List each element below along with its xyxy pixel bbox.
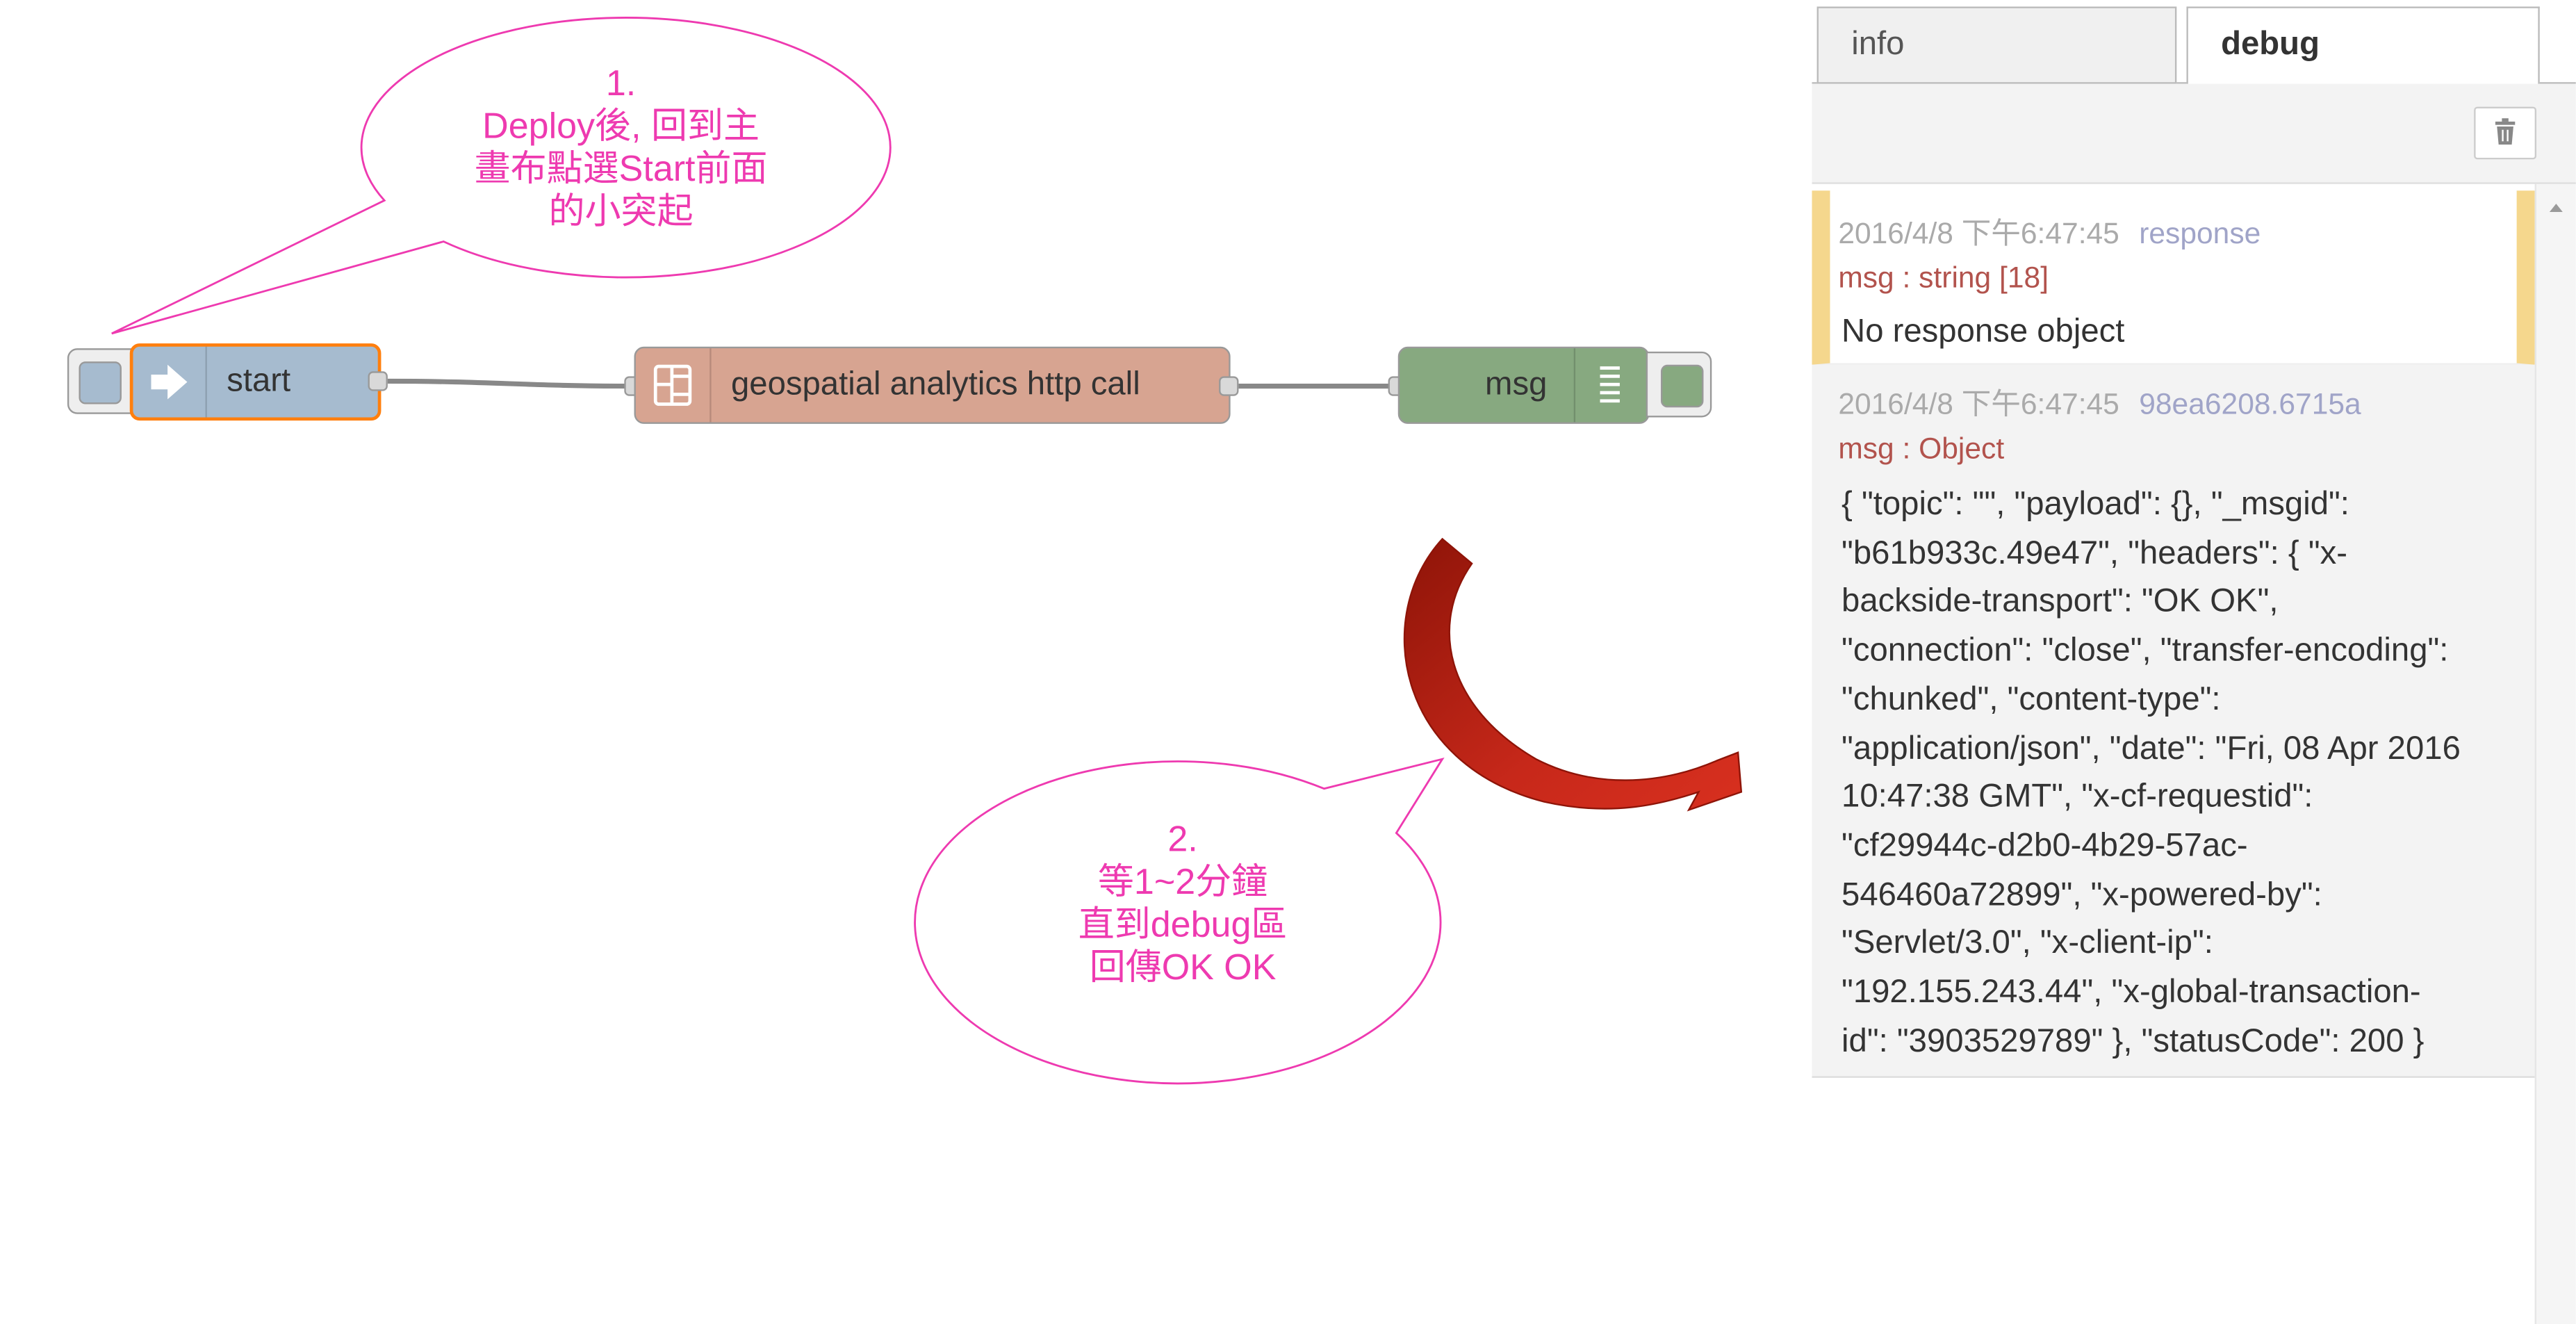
callout-1-line: 的小突起 [548,190,694,232]
debug-message-body-line: { "topic": "", "payload": {}, "_msgid": [1841,486,2349,523]
debug-message-body-line: 10:47:38 GMT", "x-cf-requestid": [1841,779,2313,816]
callout-2-line: 等1~2分鐘 [1097,860,1268,902]
wire-start-to-function [387,378,631,389]
curved-arrow-icon [1403,537,1743,812]
inject-output-port[interactable] [368,371,388,391]
callout-1-text: 1. Deploy後, 回到主 畫布點選Start前面 的小突起 [427,63,815,234]
callout-2-line: 直到debug區 [1078,904,1288,945]
debug-message-body-line: "chunked", "content-type": [1841,681,2221,718]
debug-message-body-line: No response object [1841,313,2125,350]
callout-2-line: 2. [1167,818,1198,860]
list-lines-icon [1600,366,1620,403]
debug-message-body-line: backside-transport": "OK OK", [1841,584,2279,621]
debug-message-body-line: "application/json", "date": "Fri, 08 Apr… [1841,730,2461,767]
tab-info[interactable]: info [1816,6,2177,84]
tab-debug-label: debug [2221,26,2320,63]
inject-node[interactable]: start [129,343,382,421]
callout-2-line: 回傳OK OK [1089,946,1277,988]
callout-1-line: 1. [605,62,637,104]
clear-debug-button[interactable] [2474,106,2537,160]
debug-toolbar [1812,83,2576,184]
debug-message-meta: 2016/4/8 下午6:47:45 98ea6208.6715a [1838,381,2361,423]
debug-message: 2016/4/8 下午6:47:45 98ea6208.6715a msg : O… [1812,364,2535,1078]
sidebar: info debug 2016/4/8 下午6:47:45 response m… [1812,0,2576,1324]
callout-1-line: 畫布點選Start前面 [474,147,768,189]
callout-2-text: 2. 等1~2分鐘 直到debug區 回傳OK OK [1019,818,1347,989]
debug-toggle-button[interactable] [1661,364,1704,408]
inject-node-icon-area [133,346,207,418]
inject-node-label: start [227,363,291,400]
debug-message-timestamp: 2016/4/8 下午6:47:45 [1838,217,2119,250]
debug-message-meta: 2016/4/8 下午6:47:45 response [1838,211,2261,253]
scroll-up-icon[interactable] [2536,184,2576,224]
debug-scrollbar[interactable] [2534,183,2576,1324]
debug-message-body: No response object [1841,309,2124,357]
function-icon [653,364,692,406]
debug-message-body-line: id": "3903529789" }, "statusCode": 200 } [1841,1023,2425,1060]
debug-message-type: msg : Object [1838,432,2005,466]
debug-message-topic: response [2139,217,2261,250]
function-output-port[interactable] [1219,376,1239,396]
debug-node-label: msg [1485,366,1548,403]
debug-node[interactable]: msg [1397,346,1650,424]
function-node-icon-area [636,348,712,423]
screenshot-stage: 1. Deploy後, 回到主 畫布點選Start前面 的小突起 2. 等1~2… [0,0,2576,1324]
debug-message-timestamp: 2016/4/8 下午6:47:45 [1838,387,2119,421]
debug-toggle-frame[interactable] [1646,351,1712,418]
arrow-right-icon [151,364,188,400]
debug-message-topic: 98ea6208.6715a [2139,387,2361,421]
debug-message-body-line: "b61b933c.49e47", "headers": { "x- [1841,534,2348,571]
debug-message-body-line: "connection": "close", "transfer-encodin… [1841,632,2449,669]
debug-message-body-line: 546460a72899", "x-powered-by": [1841,876,2322,913]
debug-message: 2016/4/8 下午6:47:45 response msg : string … [1812,190,2535,365]
debug-message-body-line: "cf29944c-d2b0-4b29-57ac- [1841,828,2248,865]
trash-icon [2495,118,2516,145]
debug-message-list: 2016/4/8 下午6:47:45 response msg : string … [1812,183,2535,1324]
function-node[interactable]: geospatial analytics http call [634,346,1231,424]
debug-node-icon-area [1573,348,1648,423]
callout-1-line: Deploy後, 回到主 [482,105,760,147]
function-node-label: geospatial analytics http call [730,366,1140,403]
debug-message-body-line: "Servlet/3.0", "x-client-ip": [1841,925,2213,962]
debug-message-body-line: "192.155.243.44", "x-global-transaction- [1841,974,2421,1011]
inject-trigger-button[interactable] [79,361,122,404]
tab-info-label: info [1851,26,1905,63]
debug-message-body: { "topic": "", "payload": {}, "_msgid": … [1841,482,2528,1068]
inject-node-button-frame[interactable] [67,348,133,414]
tab-debug[interactable]: debug [2186,6,2540,85]
debug-message-type: msg : string [18] [1838,261,2049,295]
